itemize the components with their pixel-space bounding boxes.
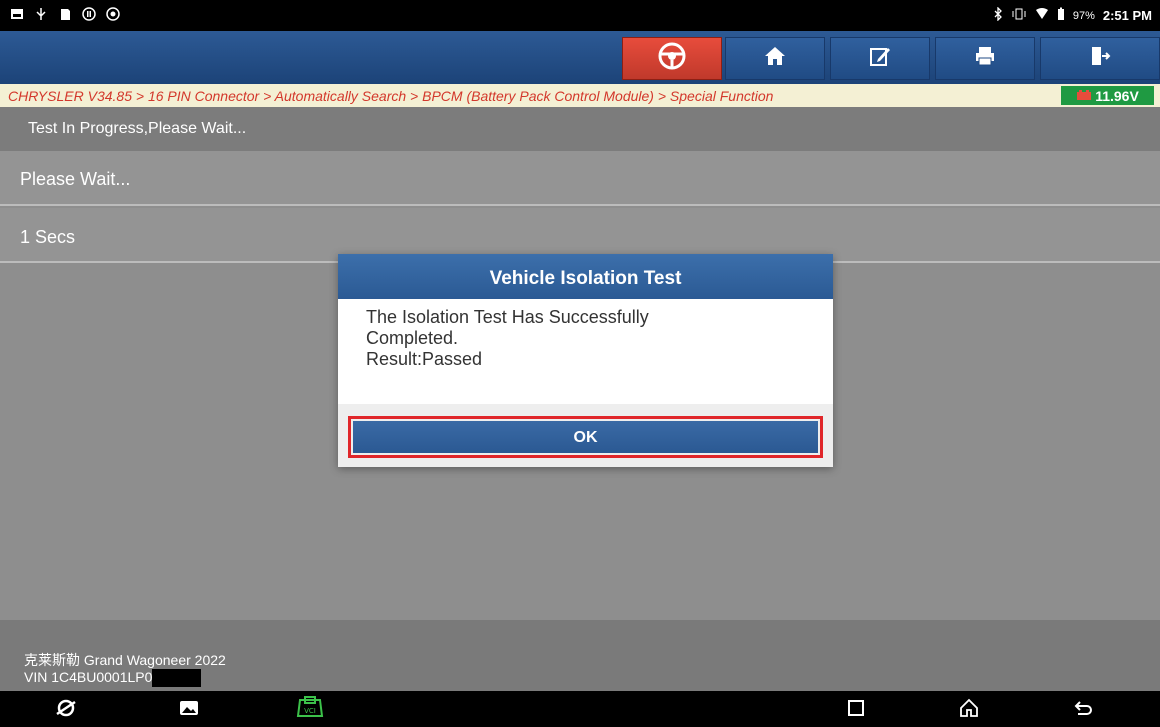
- edit-report-button[interactable]: [830, 37, 930, 80]
- battery-percent: 97%: [1072, 9, 1095, 22]
- message-row: Please Wait...: [0, 151, 1160, 206]
- print-button[interactable]: [935, 37, 1035, 80]
- dialog-button-bar: OK: [338, 404, 833, 467]
- back-button[interactable]: [1070, 696, 1098, 724]
- bluetooth-icon: [993, 6, 1003, 24]
- back-arrow-icon: [1074, 699, 1094, 722]
- status-icons-left: [10, 7, 120, 21]
- gallery-notification-icon: [10, 7, 24, 21]
- wifi-icon: [1035, 7, 1049, 24]
- steering-wheel-icon: [657, 41, 687, 76]
- battery-icon: [1057, 7, 1065, 24]
- breadcrumb-bar: CHRYSLER V34.85 > 16 PIN Connector > Aut…: [0, 84, 1160, 107]
- status-row: Test In Progress,Please Wait...: [0, 107, 1160, 151]
- home-outline-icon: [959, 698, 979, 723]
- browser-shortcut[interactable]: [52, 696, 80, 724]
- clock: 2:51 PM: [1102, 8, 1152, 23]
- dialog-message-line-1: The Isolation Test Has Successfully: [366, 307, 649, 327]
- ok-button-label: OK: [353, 421, 818, 453]
- pause-icon: [82, 7, 96, 21]
- dialog-message: The Isolation Test Has Successfully Comp…: [338, 299, 833, 378]
- diagnose-button[interactable]: [622, 37, 722, 80]
- usb-icon: [34, 7, 48, 21]
- vin-redaction: [152, 669, 202, 688]
- ok-button[interactable]: OK: [348, 416, 823, 458]
- vci-icon: VCI: [296, 695, 324, 725]
- car-battery-icon: [1076, 88, 1092, 104]
- edit-icon: [869, 45, 891, 72]
- vehicle-info-footer: 克莱斯勒 Grand Wagoneer 2022 VIN 1C4BU0001LP…: [0, 620, 1160, 691]
- status-icons-right: 97% 2:51 PM: [993, 6, 1152, 24]
- vehicle-name: 克莱斯勒 Grand Wagoneer 2022: [24, 652, 226, 668]
- navigation-bar: VCI: [0, 691, 1160, 727]
- sd-card-icon: [58, 7, 72, 21]
- svg-text:VCI: VCI: [304, 707, 316, 715]
- exit-icon: [1089, 45, 1111, 72]
- gallery-icon: [179, 699, 199, 722]
- home-button[interactable]: [725, 37, 825, 80]
- recents-button[interactable]: [842, 696, 870, 724]
- toolbar: [0, 31, 1160, 84]
- battery-voltage: 11.96V: [1095, 87, 1139, 104]
- vibrate-icon: [1011, 7, 1027, 24]
- vci-shortcut[interactable]: VCI: [296, 695, 324, 725]
- dialog-title: Vehicle Isolation Test: [338, 254, 833, 299]
- exit-button[interactable]: [1040, 37, 1160, 80]
- printer-icon: [974, 45, 996, 72]
- breadcrumb: CHRYSLER V34.85 > 16 PIN Connector > Aut…: [8, 88, 774, 104]
- battery-voltage-badge: 11.96V: [1061, 86, 1154, 105]
- home-icon: [764, 45, 786, 72]
- vin-line: VIN 1C4BU0001LP0: [24, 669, 202, 688]
- home-nav-button[interactable]: [955, 696, 983, 724]
- dialog-message-line-2: Completed.: [366, 328, 459, 348]
- dialog-result: Result:Passed: [366, 349, 483, 369]
- bug-icon: [106, 7, 120, 21]
- planet-icon: [55, 697, 77, 724]
- isolation-test-dialog: Vehicle Isolation Test The Isolation Tes…: [338, 254, 833, 467]
- square-icon: [847, 699, 865, 722]
- vin-number: VIN 1C4BU0001LP0: [24, 669, 153, 685]
- status-bar: 97% 2:51 PM: [0, 0, 1160, 31]
- gallery-shortcut[interactable]: [175, 696, 203, 724]
